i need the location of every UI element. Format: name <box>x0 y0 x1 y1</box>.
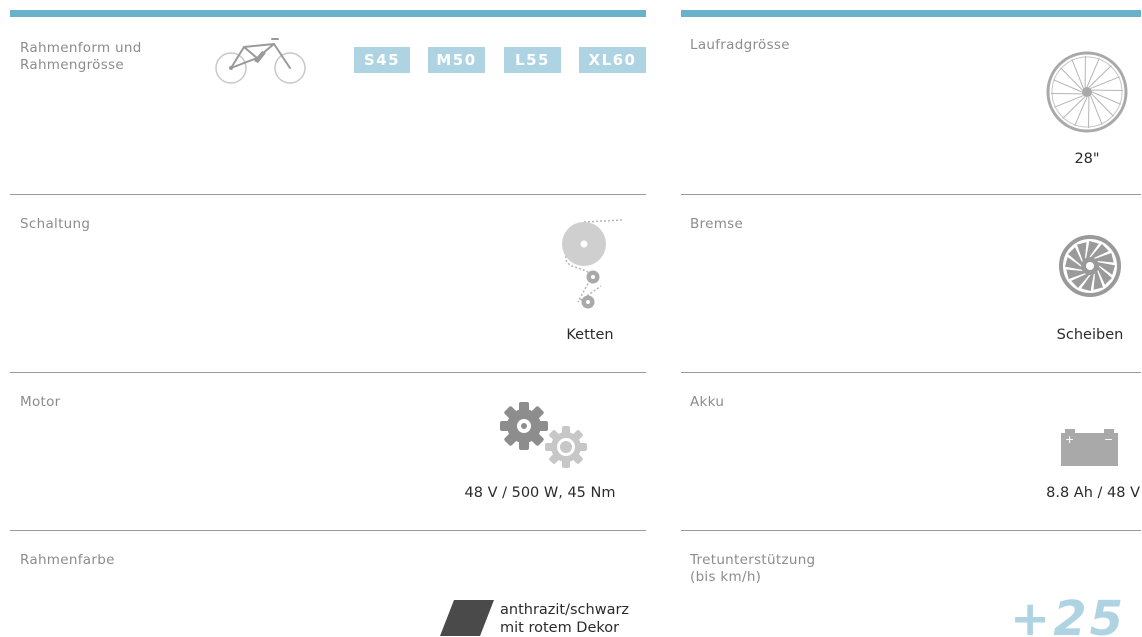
size-badge-s45[interactable]: S45 <box>354 47 410 73</box>
assist-label-line1: Tretunterstützung <box>690 552 816 568</box>
shifting-value: Ketten <box>566 327 614 343</box>
color-value-line1: anthrazit/schwarz <box>500 602 630 618</box>
color-value-line2: mit rotem Dekor <box>500 620 620 636</box>
shifting-label: Schaltung <box>20 216 91 232</box>
size-badge-l55[interactable]: L55 <box>504 47 561 73</box>
brake-disc-icon <box>1059 235 1121 297</box>
battery-value: 8.8 Ah / 48 V <box>1046 485 1140 501</box>
right-divider-2 <box>681 372 1141 373</box>
brake-value: Scheiben <box>1056 327 1124 343</box>
motor-value: 48 V / 500 W, 45 Nm <box>464 485 616 501</box>
wheel-icon <box>1046 51 1128 133</box>
right-divider-1 <box>681 194 1141 195</box>
battery-minus-sign: − <box>1104 433 1114 446</box>
motor-label: Motor <box>20 394 61 410</box>
assist-speed-value: +25 <box>1010 591 1127 637</box>
color-swatch-icon <box>440 600 494 636</box>
chain-icon <box>562 219 623 309</box>
battery-plus-sign: + <box>1065 433 1075 446</box>
left-divider-2 <box>10 372 646 373</box>
left-divider-1 <box>10 194 646 195</box>
size-badge-xl60[interactable]: XL60 <box>579 47 646 73</box>
gears-icon <box>500 402 587 468</box>
brake-label: Bremse <box>690 216 744 232</box>
battery-label: Akku <box>690 394 725 410</box>
battery-icon: + − <box>1061 429 1118 466</box>
size-badge-m50[interactable]: M50 <box>428 47 485 73</box>
left-divider-3 <box>10 530 646 531</box>
right-accent-bar <box>681 10 1141 17</box>
wheel-value: 28" <box>1074 151 1100 167</box>
right-divider-3 <box>681 530 1141 531</box>
left-accent-bar <box>10 10 646 17</box>
color-label: Rahmenfarbe <box>20 552 115 568</box>
frame-label: Rahmenform und Rahmengrösse <box>20 40 142 73</box>
wheel-label: Laufradgrösse <box>690 37 790 53</box>
bike-frame-icon <box>215 38 306 84</box>
assist-label-line2: (bis km/h) <box>690 569 762 585</box>
